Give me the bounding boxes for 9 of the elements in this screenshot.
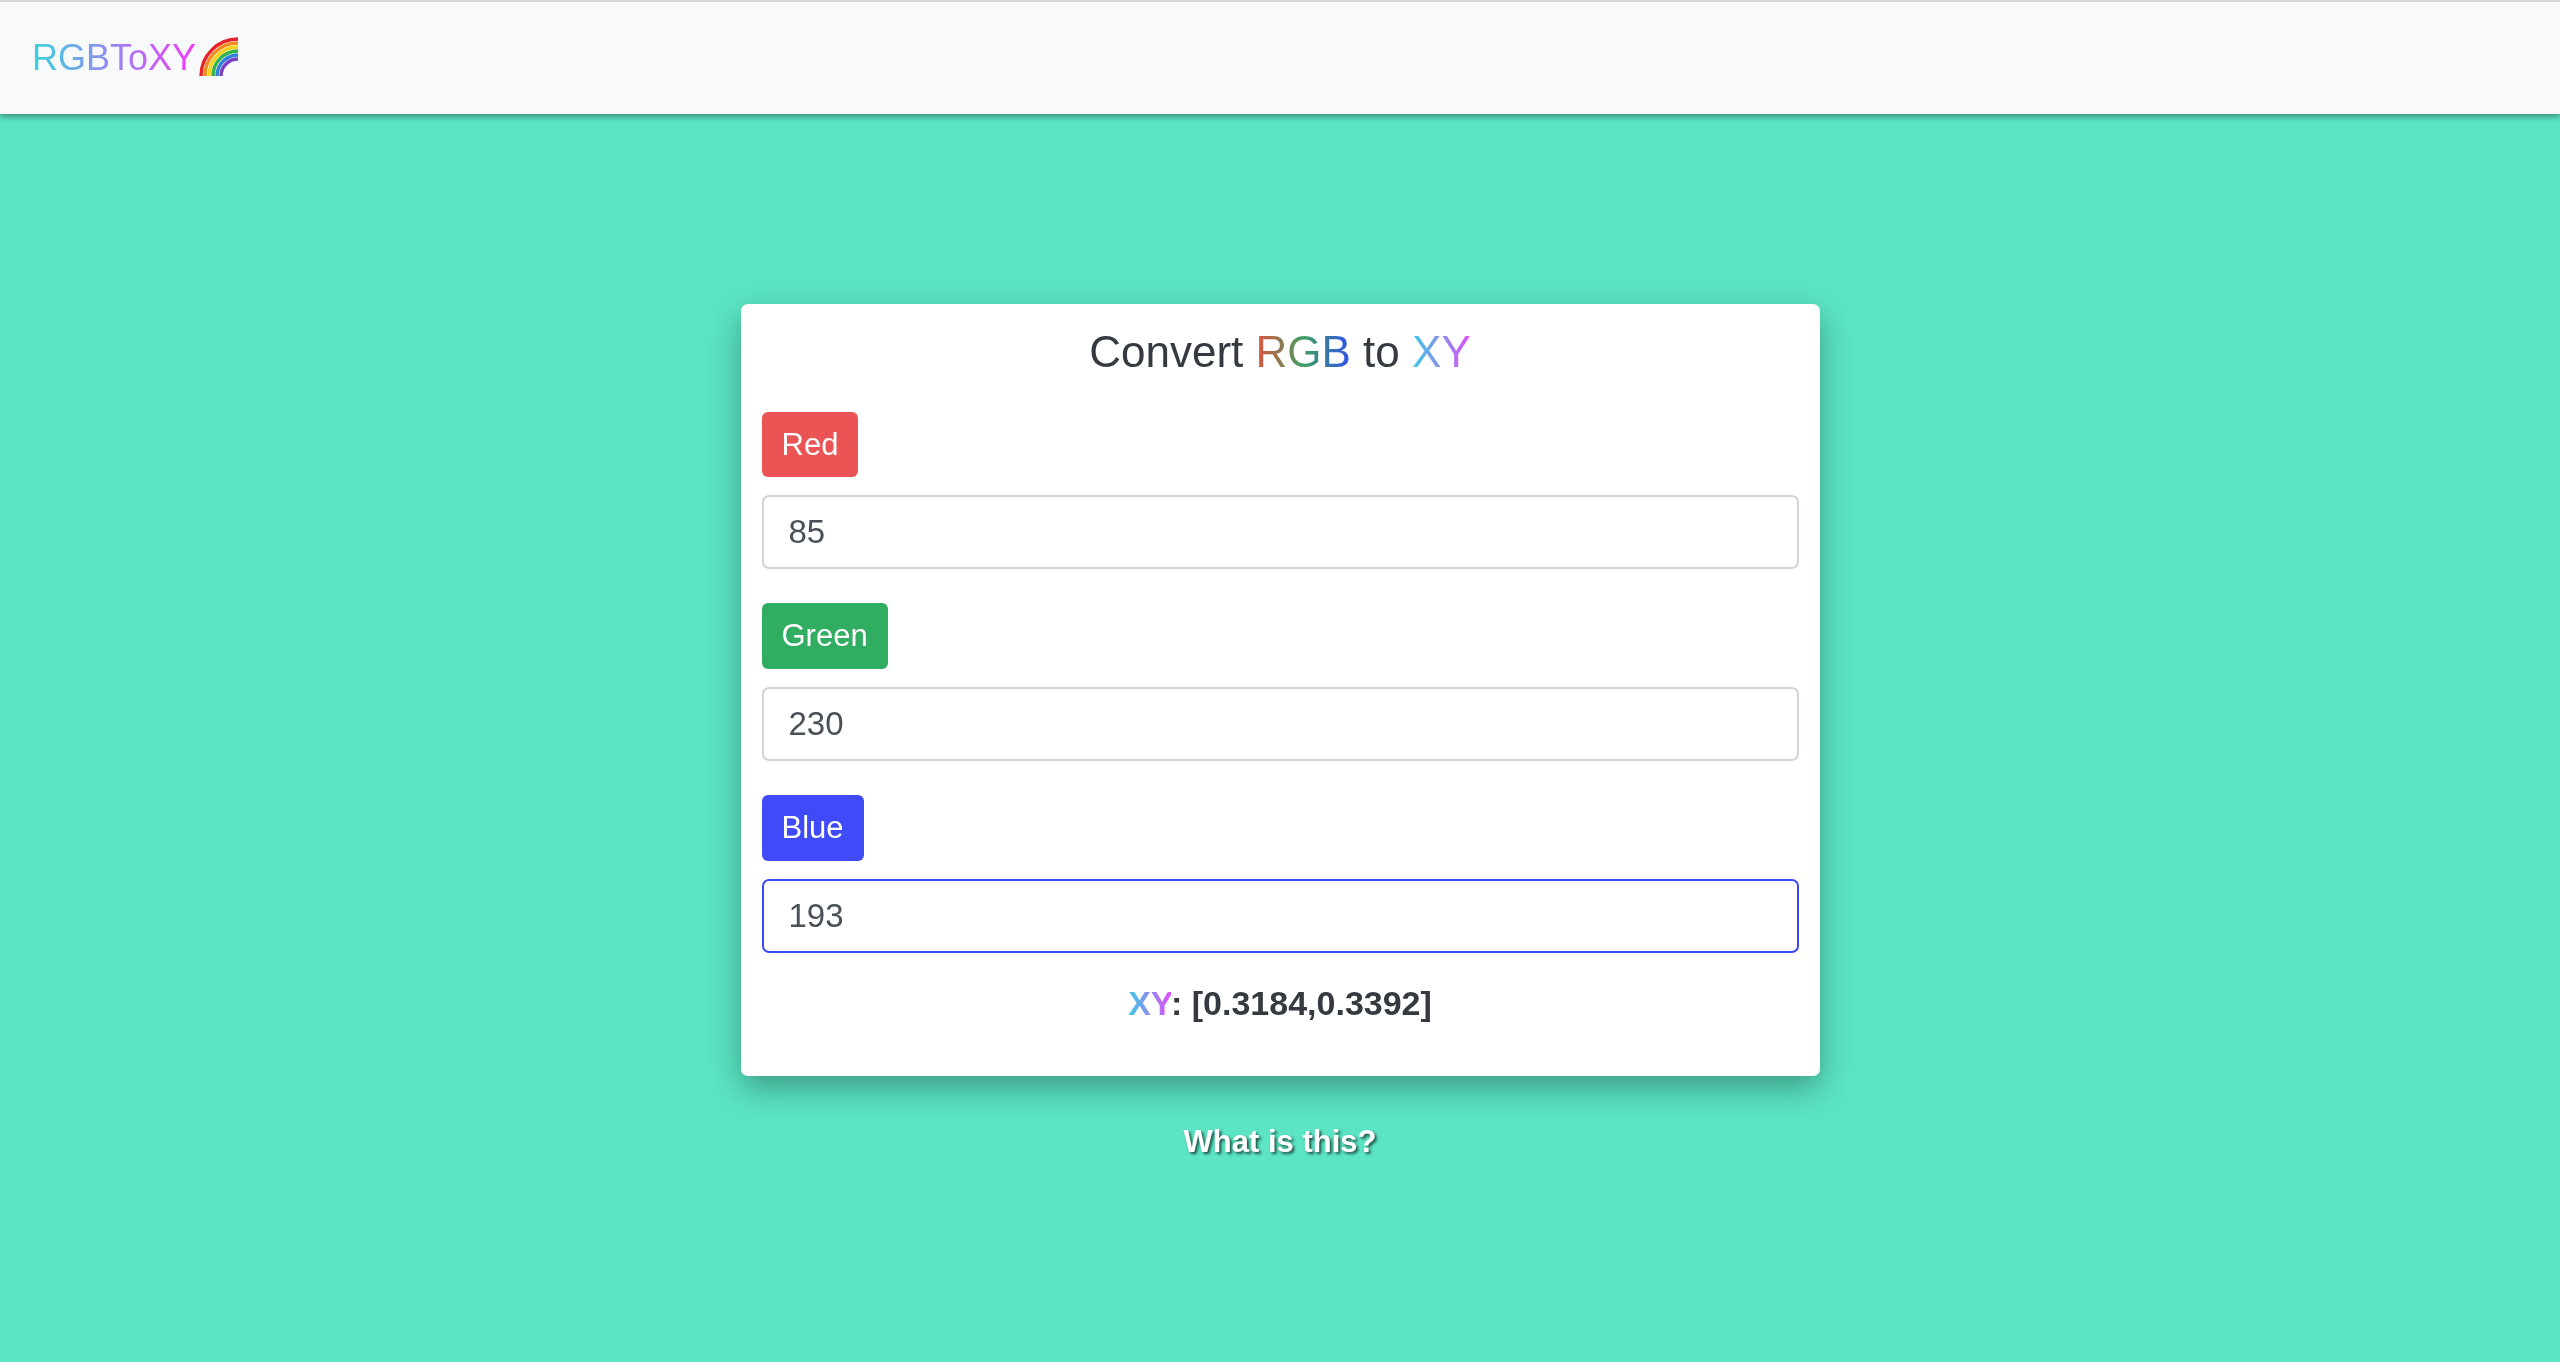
rainbow-icon xyxy=(198,36,239,76)
input-field[interactable]: 230 xyxy=(761,687,1799,762)
input-field[interactable]: 193 xyxy=(761,878,1799,953)
channel-label: Red xyxy=(761,411,859,478)
input-field[interactable]: 85 xyxy=(761,495,1799,570)
result-text: XY: [0.3184,0.3392] xyxy=(1127,982,1433,1024)
card-title: Convert RGB to XY xyxy=(1088,326,1472,378)
channel-label: Green xyxy=(761,603,888,670)
channel-label: Blue xyxy=(761,795,864,861)
